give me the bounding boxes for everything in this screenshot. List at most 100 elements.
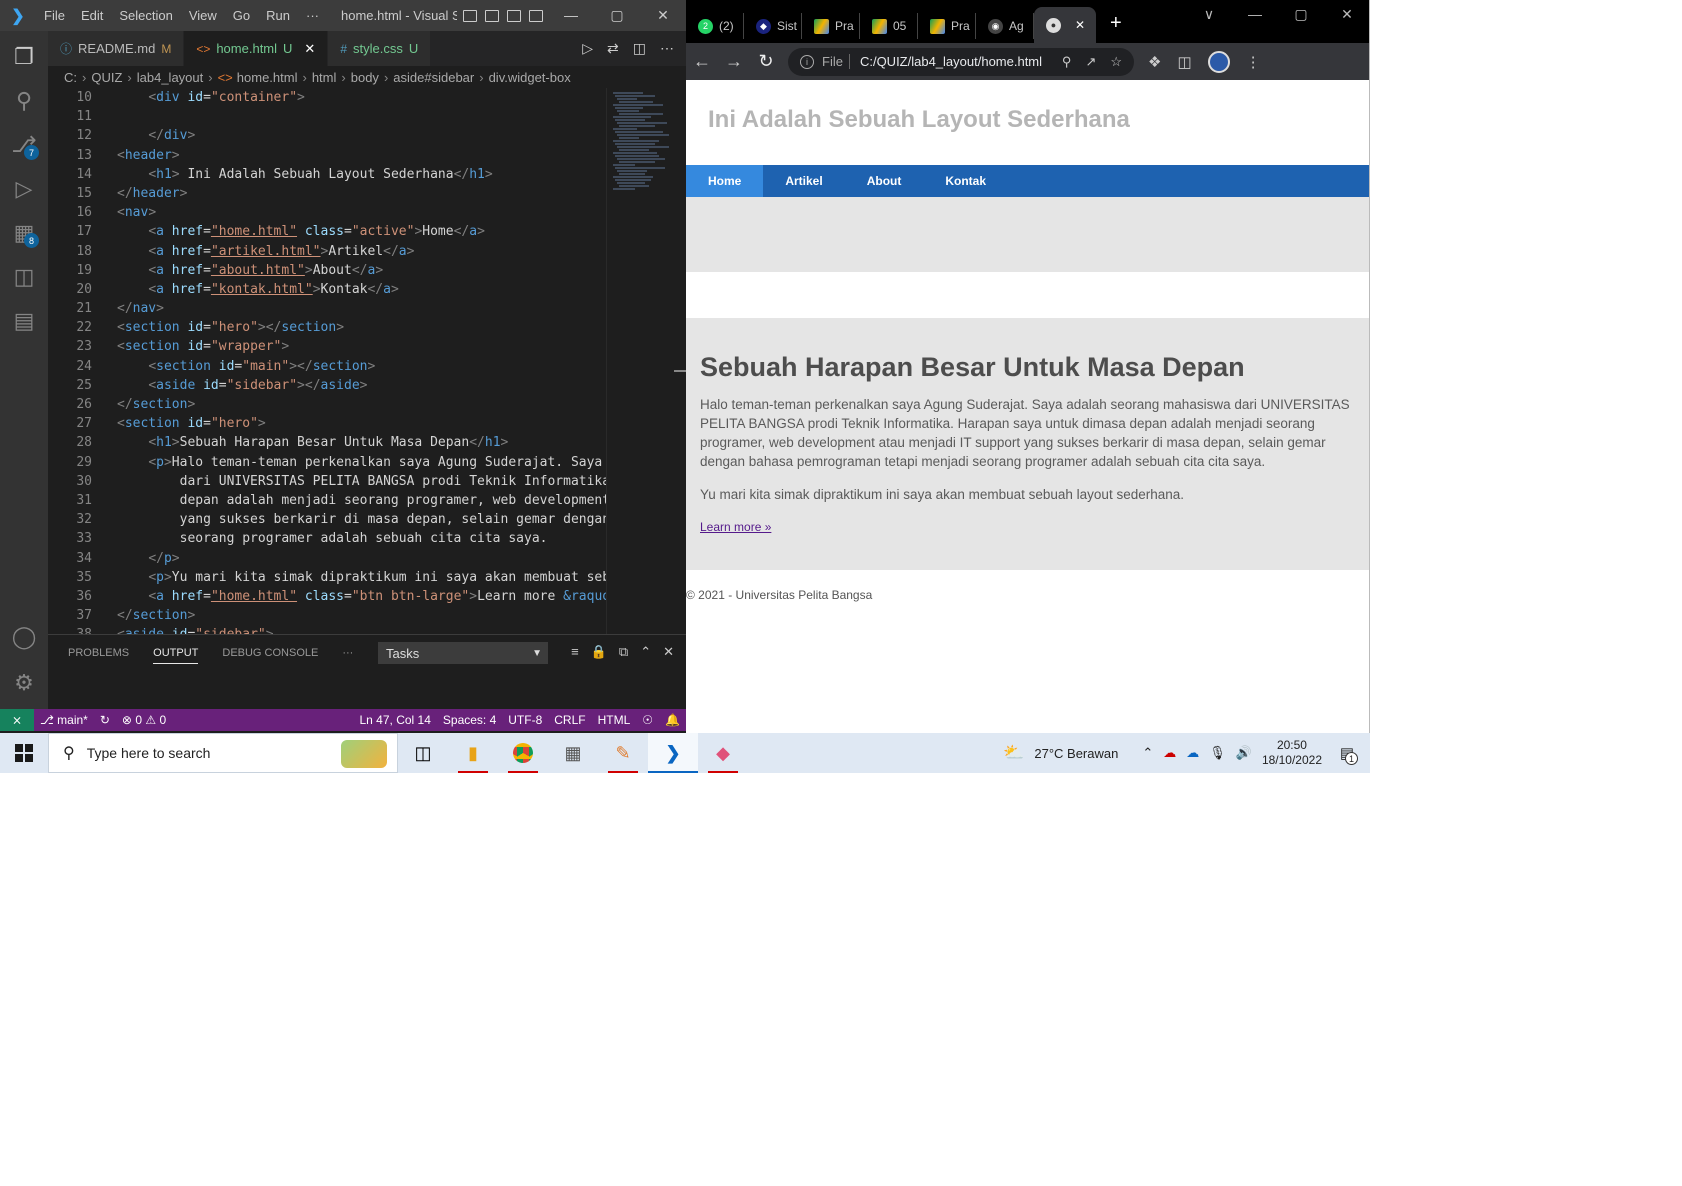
code-line[interactable]: 11 — [48, 107, 606, 126]
menu-file[interactable]: File — [36, 8, 73, 23]
breadcrumb-item[interactable]: QUIZ — [91, 70, 122, 85]
breadcrumb-item[interactable]: body — [351, 70, 379, 85]
git-app-icon[interactable]: ◆ — [698, 733, 748, 773]
tab-search-icon[interactable]: ∨ — [1186, 6, 1232, 23]
breadcrumb-item[interactable]: div.widget-box — [489, 70, 571, 85]
output-channel-select[interactable]: Tasks ▼ — [378, 642, 548, 664]
browser-tab-active[interactable]: ● ✕ — [1034, 7, 1096, 43]
taskbar-search[interactable]: ⚲ Type here to search — [48, 733, 398, 773]
explorer-icon[interactable]: ❐ — [0, 33, 48, 81]
code-line[interactable]: 30 dari UNIVERSITAS PELITA BANGSA prodi … — [48, 472, 606, 491]
code-line[interactable]: 19 <a href="about.html">About</a> — [48, 261, 606, 280]
menu-selection[interactable]: Selection — [111, 8, 180, 23]
breadcrumb-item[interactable]: home.html — [237, 70, 298, 85]
microphone-icon[interactable]: 🎙 — [1209, 745, 1226, 761]
browser-tab-sist[interactable]: ◆ Sist — [744, 13, 802, 39]
network-warning-icon[interactable]: ☁ — [1163, 745, 1176, 761]
cursor-position[interactable]: Ln 47, Col 14 — [354, 713, 437, 727]
calculator-icon[interactable]: ▦ — [548, 733, 598, 773]
end-of-line[interactable]: CRLF — [548, 713, 591, 727]
browser-tab-drive-3[interactable]: Pra — [918, 13, 976, 39]
minimize-button[interactable]: — — [1232, 6, 1278, 23]
task-view-icon[interactable]: ◫ — [398, 733, 448, 773]
tab-style-css[interactable]: # style.css U — [328, 31, 432, 66]
browser-tab-whatsapp[interactable]: 2 (2) — [686, 13, 744, 39]
menu-view[interactable]: View — [181, 8, 225, 23]
share-icon[interactable]: ↗ — [1085, 54, 1096, 70]
start-button[interactable] — [0, 733, 48, 773]
nav-link-artikel[interactable]: Artikel — [763, 165, 844, 197]
code-line[interactable]: 27 <section id="hero"> — [48, 414, 606, 433]
more-actions-icon[interactable]: ⋯ — [660, 40, 674, 57]
bookmark-star-icon[interactable]: ☆ — [1110, 54, 1122, 70]
code-line[interactable]: 36 <a href="home.html" class="btn btn-la… — [48, 587, 606, 606]
code-line[interactable]: 14 <h1> Ini Adalah Sebuah Layout Sederha… — [48, 165, 606, 184]
code-line[interactable]: 34 </p> — [48, 549, 606, 568]
menu-more[interactable]: ··· — [298, 8, 327, 23]
maximize-button[interactable]: ▢ — [1278, 6, 1324, 23]
code-editor[interactable]: 10 <div id="container"> 11 12 </div> 13 <hea… — [48, 88, 686, 634]
zoom-icon[interactable]: ⚲ — [1062, 54, 1072, 70]
tab-output[interactable]: OUTPUT — [153, 647, 199, 664]
breadcrumb-item[interactable]: html — [312, 70, 337, 85]
back-arrow-icon[interactable]: ← — [686, 51, 718, 72]
code-line[interactable]: 26 </section> — [48, 395, 606, 414]
encoding[interactable]: UTF-8 — [502, 713, 548, 727]
nav-link-kontak[interactable]: Kontak — [923, 165, 1008, 197]
code-line[interactable]: 37 </section> — [48, 606, 606, 625]
problems-status[interactable]: ⊗ 0 ⚠ 0 — [116, 713, 172, 727]
menu-go[interactable]: Go — [225, 8, 258, 23]
minimize-button[interactable]: — — [548, 7, 594, 24]
tab-home-html[interactable]: <> home.html U ✕ — [184, 31, 329, 66]
browser-tab-drive-2[interactable]: 05 — [860, 13, 918, 39]
code-line[interactable]: 35 <p>Yu mari kita simak dipraktikum ini… — [48, 568, 606, 587]
code-line[interactable]: 12 </div> — [48, 126, 606, 145]
weather-text[interactable]: 27°C Berawan — [1034, 746, 1118, 761]
close-window-button[interactable]: ✕ — [640, 7, 686, 24]
onedrive-icon[interactable]: ☁ — [1186, 745, 1199, 761]
code-line[interactable]: 15 </header> — [48, 184, 606, 203]
minimap[interactable] — [606, 88, 676, 634]
chrome-app-icon[interactable] — [498, 733, 548, 773]
tab-debug-console[interactable]: DEBUG CONSOLE — [222, 647, 318, 659]
learn-more-link[interactable]: Learn more » — [700, 520, 771, 534]
remote-explorer-icon[interactable]: ◫ — [0, 253, 48, 301]
reload-icon[interactable]: ↻ — [750, 51, 782, 72]
code-line[interactable]: 18 <a href="artikel.html">Artikel</a> — [48, 242, 606, 261]
weather-icon[interactable]: ⛅ — [1003, 743, 1024, 763]
clear-output-icon[interactable]: ≡ — [571, 644, 579, 660]
breadcrumb-item[interactable]: C: — [64, 70, 77, 85]
code-line[interactable]: 20 <a href="kontak.html">Kontak</a> — [48, 280, 606, 299]
toggle-primary-sidebar-icon[interactable] — [463, 9, 477, 22]
sync-icon[interactable]: ↻ — [94, 713, 116, 727]
site-info-icon[interactable]: i — [800, 54, 814, 69]
split-editor-icon[interactable]: ◫ — [633, 40, 646, 57]
editor-scrollbar[interactable] — [674, 370, 686, 372]
close-window-button[interactable]: ✕ — [1324, 6, 1369, 23]
nav-link-home[interactable]: Home — [686, 165, 764, 197]
file-explorer-icon[interactable]: ▮ — [448, 733, 498, 773]
code-line[interactable]: 38<aside id="sidebar"> — [48, 625, 606, 634]
customize-layout-icon[interactable] — [529, 9, 543, 22]
close-browser-tab-icon[interactable]: ✕ — [1067, 18, 1085, 32]
close-panel-icon[interactable]: ✕ — [663, 644, 674, 660]
side-panel-icon[interactable]: ◫ — [1177, 53, 1191, 71]
code-line[interactable]: 32 yang sukses berkarir di masa depan, s… — [48, 510, 606, 529]
code-line[interactable]: 25 <aside id="sidebar"></aside> — [48, 376, 606, 395]
settings-gear-icon[interactable]: ⚙ — [0, 659, 48, 707]
source-control-icon[interactable]: ⎇ 7 — [0, 121, 48, 169]
chrome-menu-icon[interactable]: ⋮ — [1246, 53, 1261, 71]
breadcrumb-item[interactable]: aside#sidebar — [393, 70, 474, 85]
tab-readme[interactable]: ⓘ README.md M — [48, 31, 185, 66]
code-line[interactable]: 33 seorang programer adalah sebuah cita … — [48, 529, 606, 548]
extensions-puzzle-icon[interactable]: ❖ — [1148, 53, 1161, 71]
branch-status[interactable]: ⎇ main* — [34, 713, 94, 727]
feedback-icon[interactable]: ☉ — [636, 713, 659, 727]
notebook-icon[interactable]: ▤ — [0, 297, 48, 345]
maximize-panel-icon[interactable]: ⌃ — [640, 644, 651, 660]
code-line[interactable]: 10 <div id="container"> — [48, 88, 606, 107]
open-in-editor-icon[interactable]: ⧉ — [619, 644, 628, 660]
code-line[interactable]: 24 <section id="main"></section> — [48, 357, 606, 376]
remote-indicator-icon[interactable]: ⨯ — [0, 709, 34, 731]
code-line[interactable]: 28 <h1>Sebuah Harapan Besar Untuk Masa D… — [48, 433, 606, 452]
